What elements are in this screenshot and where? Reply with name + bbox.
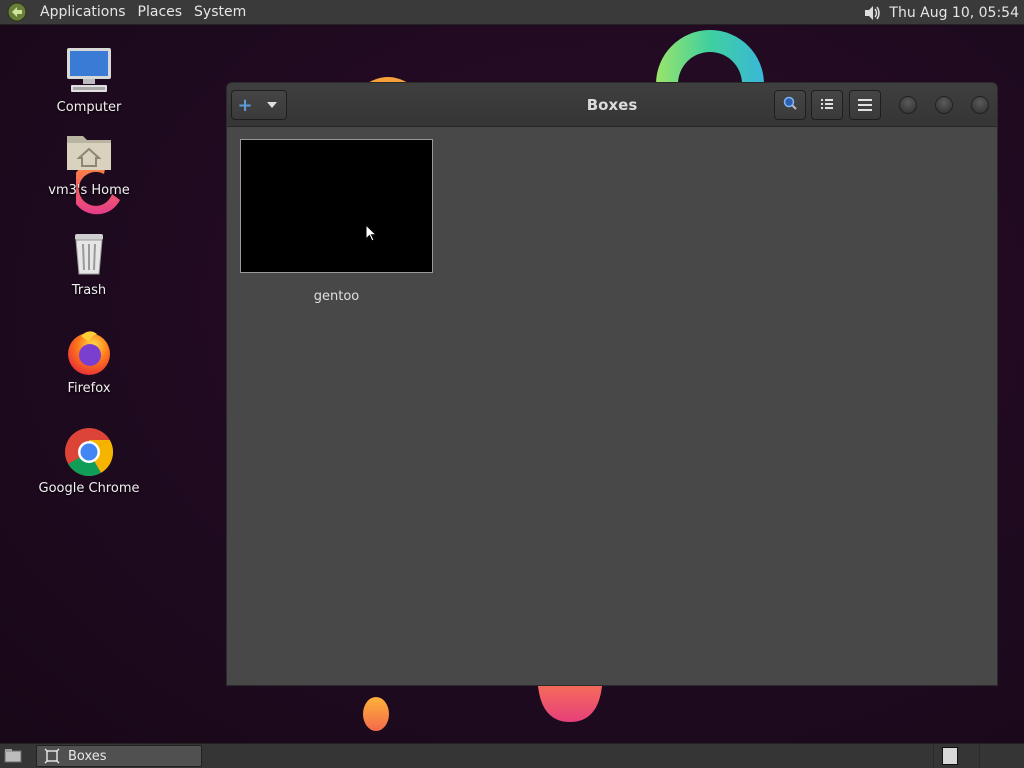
close-button[interactable] <box>971 96 989 114</box>
chrome-icon <box>63 426 115 478</box>
desktop-icon-label: Computer <box>56 100 122 115</box>
desktop-icon-computer[interactable]: Computer <box>34 45 144 115</box>
box-item-gentoo[interactable]: gentoo <box>240 139 433 304</box>
box-name: gentoo <box>313 289 360 304</box>
desktop-icon-trash[interactable]: Trash <box>34 228 144 298</box>
taskbar-item-label: Boxes <box>68 748 107 764</box>
search-button[interactable] <box>774 90 806 120</box>
boxes-collection-view: gentoo <box>227 127 997 685</box>
search-icon <box>782 95 798 115</box>
boxes-window: + Boxes gentoo <box>226 82 998 686</box>
boxes-app-icon <box>41 748 63 764</box>
desktop-icon-home[interactable]: vm3's Home <box>34 128 144 198</box>
desktop-icon-label: vm3's Home <box>48 183 130 198</box>
volume-icon[interactable] <box>861 2 883 24</box>
maximize-button[interactable] <box>935 96 953 114</box>
taskbar-item-boxes[interactable]: Boxes <box>36 745 202 767</box>
menu-applications[interactable]: Applications <box>34 0 132 25</box>
workspace-separator <box>979 744 980 768</box>
window-title: Boxes <box>586 96 638 114</box>
menu-places[interactable]: Places <box>132 0 189 25</box>
desktop-icon-label: Trash <box>71 283 107 298</box>
menu-icon <box>858 96 872 115</box>
trash-icon <box>63 228 115 280</box>
bottom-panel: Boxes <box>0 743 1024 768</box>
minimize-button[interactable] <box>899 96 917 114</box>
desktop-icon-label: Firefox <box>67 381 111 396</box>
desktop-icon-chrome[interactable]: Google Chrome <box>34 426 144 496</box>
desktop-icon-firefox[interactable]: Firefox <box>34 326 144 396</box>
home-folder-icon <box>63 128 115 180</box>
selection-list-icon <box>820 96 834 115</box>
mate-logo-icon[interactable] <box>6 1 28 23</box>
header-bar: + Boxes <box>227 83 997 127</box>
workspace-switcher-1[interactable] <box>942 747 958 765</box>
workspace-separator <box>933 744 934 768</box>
wallpaper-orange-drop <box>362 696 390 732</box>
mouse-cursor-icon <box>365 224 378 242</box>
menu-button[interactable] <box>849 90 881 120</box>
panel-tray: Thu Aug 10, 05:54 <box>861 0 1024 25</box>
top-panel: Applications Places System Thu Aug 10, 0… <box>0 0 1024 25</box>
desktop-icon-label: Google Chrome <box>38 481 140 496</box>
show-desktop-button[interactable] <box>2 745 24 767</box>
wallpaper-coral-blob-bottom <box>538 686 602 722</box>
computer-icon <box>63 45 115 97</box>
firefox-icon <box>63 326 115 378</box>
selection-mode-button[interactable] <box>811 90 843 120</box>
menu-system[interactable]: System <box>188 0 252 25</box>
clock[interactable]: Thu Aug 10, 05:54 <box>889 5 1024 21</box>
wallpaper-ring-green <box>652 28 768 84</box>
box-thumbnail[interactable] <box>240 139 433 273</box>
